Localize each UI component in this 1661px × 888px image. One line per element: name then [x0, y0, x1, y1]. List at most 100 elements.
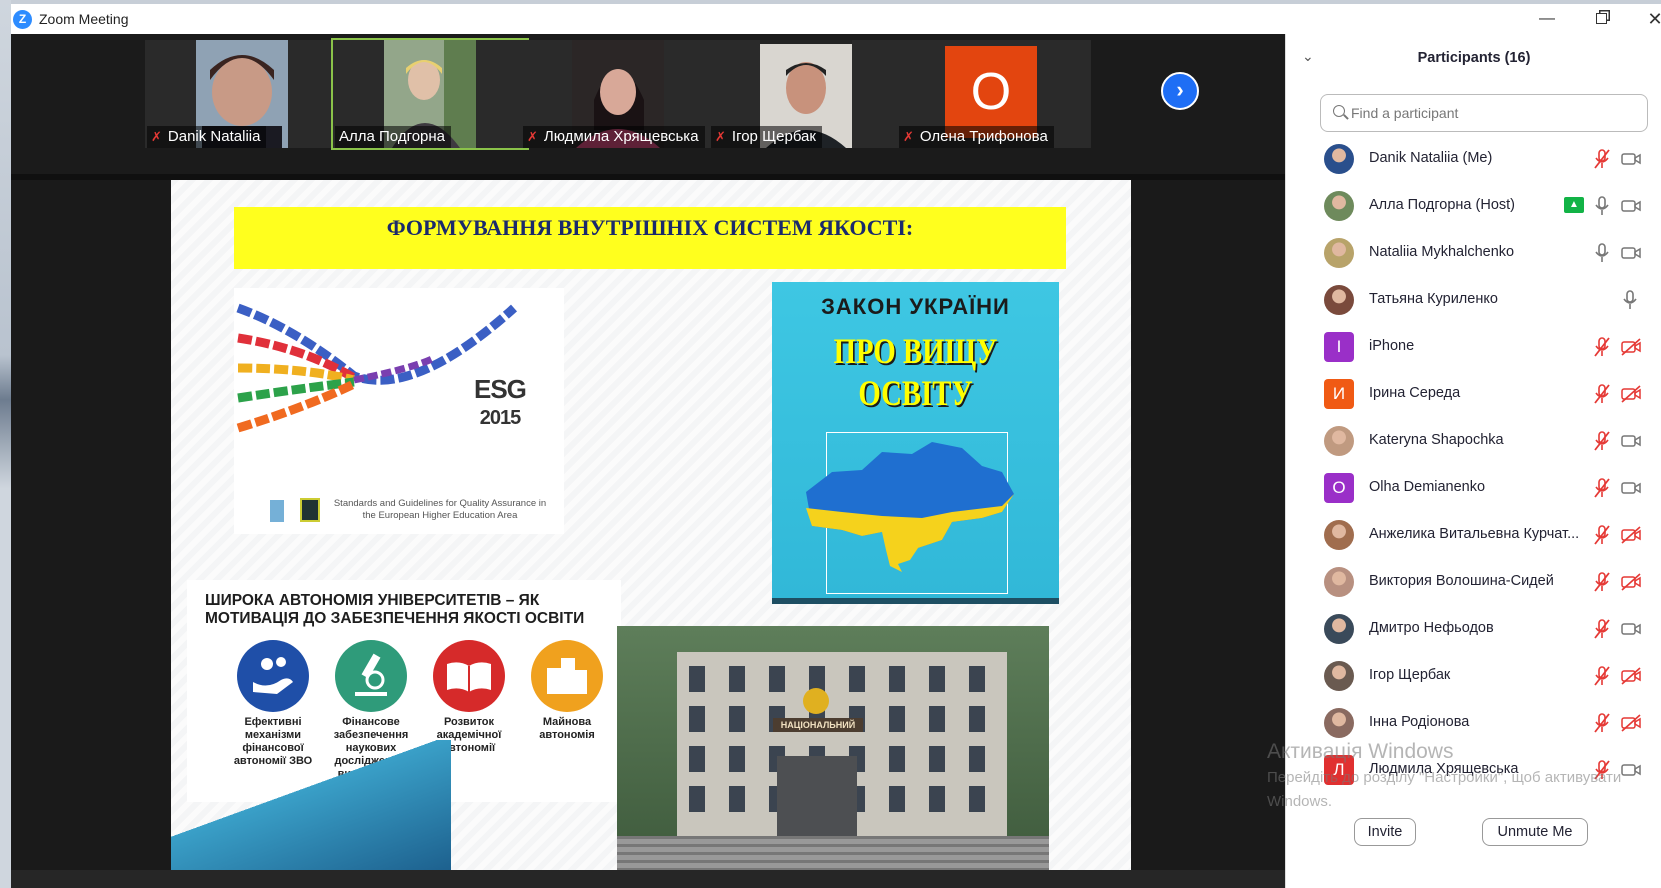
university-building-photo: НАЦІОНАЛЬНИЙ [617, 626, 1049, 870]
next-page-button[interactable]: › [1161, 72, 1199, 110]
buildings-icon [531, 640, 603, 712]
participant-row[interactable]: Danik Nataliia (Me) [1286, 138, 1661, 185]
avatar [1324, 567, 1354, 597]
search-icon [1333, 105, 1345, 117]
participant-name: iPhone [1369, 338, 1415, 354]
participant-name: Анжелика Витальевна Курчат... [1369, 526, 1580, 542]
book-icon [433, 640, 505, 712]
esg-caption: Standards and Guidelines for Quality Ass… [333, 498, 547, 521]
esg-image: ESG 2015 Standards and Guidelines for Qua… [234, 288, 564, 534]
muted-mic-icon [1592, 571, 1612, 593]
muted-mic-icon: ✗ [903, 129, 914, 144]
autonomy-title: ШИРОКА АВТОНОМІЯ УНІВЕРСИТЕТІВ – ЯК МОТИ… [205, 592, 585, 627]
video-camera-icon [1620, 197, 1642, 215]
video-tile[interactable]: ✗ Ігор Щербак [709, 40, 903, 148]
muted-mic-icon [1592, 665, 1612, 687]
muted-mic-icon [1592, 524, 1612, 546]
participant-row[interactable]: Алла Подгорна (Host) ▲ [1286, 185, 1661, 232]
search-input[interactable] [1351, 101, 1641, 125]
video-tile-name: ✗ Олена Трифонова [899, 126, 1054, 148]
video-area: ✗ Danik Nataliia Алла Подгорна ✗ Людмила… [11, 34, 1285, 888]
avatar [1324, 661, 1354, 691]
avatar [1324, 708, 1354, 738]
participant-row[interactable]: Nataliia Mykhalchenko [1286, 232, 1661, 279]
screen-share-icon: ▲ [1564, 197, 1584, 213]
close-button[interactable]: ✕ [1635, 7, 1661, 31]
participant-row[interactable]: Анжелика Витальевна Курчат... [1286, 514, 1661, 561]
video-tile[interactable]: ✗ Людмила Хрящевська [521, 40, 715, 148]
participant-name: Ірина Середа [1369, 385, 1461, 401]
participant-row[interactable]: И Ірина Середа [1286, 373, 1661, 420]
participant-row[interactable]: IiPhone [1286, 326, 1661, 373]
video-tile[interactable]: Алла Подгорна [331, 38, 529, 150]
invite-button[interactable]: Invite [1354, 818, 1416, 846]
avatar [1324, 426, 1354, 456]
muted-mic-icon [1592, 383, 1612, 405]
participant-row[interactable]: Л Людмила Хрящевська [1286, 749, 1661, 796]
video-off-icon [1620, 338, 1642, 356]
participant-row[interactable]: Ігор Щербак [1286, 655, 1661, 702]
shared-screen-slide: ФОРМУВАННЯ ВНУТРІШНІХ СИСТЕМ ЯКОСТІ: ESG… [171, 180, 1131, 870]
muted-mic-icon [1592, 148, 1612, 170]
hand-people-icon [237, 640, 309, 712]
muted-mic-icon [1592, 759, 1612, 781]
muted-mic-icon [1592, 618, 1612, 640]
video-camera-icon [1620, 432, 1642, 450]
title-bar: Z Zoom Meeting — ✕ [11, 4, 1661, 34]
zoom-window: Z Zoom Meeting — ✕ ✗ Danik Nataliia Алла… [11, 4, 1661, 888]
video-tile[interactable]: О ✗ Олена Трифонова [897, 40, 1091, 148]
muted-mic-icon [1592, 477, 1612, 499]
participant-name: Виктория Волошина-Сидей [1369, 573, 1554, 589]
mic-icon [1620, 289, 1640, 311]
meeting-controls-bar [11, 870, 1285, 888]
participant-name: Інна Родіонова [1369, 714, 1470, 730]
video-tile-name: ✗ Ігор Щербак [711, 126, 822, 148]
building-steps [617, 836, 1049, 870]
video-strip: ✗ Danik Nataliia Алла Подгорна ✗ Людмила… [11, 34, 1285, 174]
video-off-icon [1620, 714, 1642, 732]
slide-title: ФОРМУВАННЯ ВНУТРІШНІХ СИСТЕМ ЯКОСТІ: [234, 207, 1066, 269]
window-title: Zoom Meeting [39, 11, 129, 27]
participant-row[interactable]: Інна Родіонова [1286, 702, 1661, 749]
mic-icon [1592, 242, 1612, 264]
participant-name: Татьяна Куриленко [1369, 291, 1498, 307]
desktop-background-left [0, 0, 11, 888]
enqa-logo-icon [270, 500, 284, 522]
video-tile-name: ✗ Danik Nataliia [147, 126, 267, 148]
participant-name: Olha Demianenko [1369, 479, 1486, 495]
participant-name: Алла Подгорна (Host) [1369, 197, 1515, 213]
participants-panel: ⌄ Participants (16) Danik Nataliia (Me)А… [1285, 34, 1661, 888]
panel-footer: Invite Unmute Me [1286, 818, 1661, 888]
muted-mic-icon [1592, 336, 1612, 358]
avatar [1324, 144, 1354, 174]
unmute-me-button[interactable]: Unmute Me [1482, 818, 1588, 846]
restore-button[interactable] [1581, 7, 1621, 31]
restore-icon [1595, 13, 1607, 24]
participant-row[interactable]: Kateryna Shapochka [1286, 420, 1661, 467]
avatar [1324, 614, 1354, 644]
video-off-icon [1620, 573, 1642, 591]
avatar [1324, 285, 1354, 315]
building-entrance [777, 756, 857, 844]
mic-icon [1592, 195, 1612, 217]
video-camera-icon [1620, 620, 1642, 638]
video-tile[interactable]: ✗ Danik Nataliia [145, 40, 339, 148]
participant-row[interactable]: O Olha Demianenko [1286, 467, 1661, 514]
ukraine-map-icon [806, 442, 1014, 572]
university-emblem-icon [803, 688, 829, 714]
avatar [1324, 520, 1354, 550]
participant-name: Nataliia Mykhalchenko [1369, 244, 1515, 260]
autonomy-item-label: Майнова автономія [539, 716, 595, 741]
participant-row[interactable]: Виктория Волошина-Сидей [1286, 561, 1661, 608]
participant-search[interactable] [1320, 94, 1648, 132]
avatar: O [1324, 473, 1354, 503]
minimize-button[interactable]: — [1527, 7, 1567, 31]
participant-row[interactable]: Татьяна Куриленко [1286, 279, 1661, 326]
slide-decoration [171, 740, 451, 870]
video-camera-icon [1620, 150, 1642, 168]
muted-mic-icon [1592, 712, 1612, 734]
participant-row[interactable]: Дмитро Нефьодов [1286, 608, 1661, 655]
video-tile-name: Алла Подгорна [335, 126, 452, 148]
video-off-icon [1620, 667, 1642, 685]
avatar [1324, 238, 1354, 268]
